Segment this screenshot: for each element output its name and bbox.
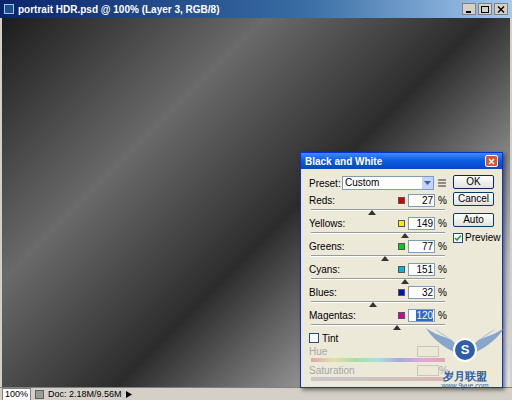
hue-field[interactable] [417,346,439,357]
dialog-title: Black and White [305,154,485,169]
doc-size: Doc: 2.18M/9.56M [48,389,122,400]
color-swatch [398,312,405,319]
slider[interactable] [311,231,445,238]
watermark-url: www.9yue.com [441,382,488,390]
channel-field[interactable]: 120 [408,309,435,322]
unit-label: % [438,216,447,231]
preview-label: Preview [465,230,501,245]
close-button[interactable] [494,3,508,15]
dialog-title-bar: Black and White [301,153,502,169]
preset-select[interactable]: Custom [342,176,434,190]
unit-label: % [438,262,447,277]
saturation-field[interactable] [417,365,439,376]
saturation-row: Saturation% [309,364,447,377]
tint-checkbox[interactable] [309,333,319,343]
preview-checkbox[interactable] [453,233,463,243]
channel-field[interactable]: 32 [408,286,435,299]
slider-thumb-icon[interactable] [401,233,409,238]
unit-label: % [438,193,447,208]
channel-row: Magentas: 120% [309,307,447,330]
slider-thumb-icon[interactable] [393,325,401,330]
watermark-name: 岁月联盟 [443,370,487,382]
tint-label: Tint [322,331,338,346]
color-swatch [398,220,405,227]
watermark: S 岁月联盟www.9yue.com [424,326,506,390]
saturation-label: Saturation [309,363,417,378]
channel-field[interactable]: 27 [408,194,435,207]
channel-row: Cyans: 151% [309,261,447,284]
zoom-field[interactable]: 100% [2,388,31,400]
minimize-icon [465,6,473,13]
status-bar: 100% Doc: 2.18M/9.56M [0,387,512,400]
hue-label: Hue [309,344,417,359]
channel-label: Cyans: [309,262,395,277]
slider-thumb-icon[interactable] [381,256,389,261]
slider[interactable] [311,208,445,215]
slider[interactable] [311,300,445,307]
hue-bar [311,358,445,362]
ok-button[interactable]: OK [453,175,494,189]
saturation-bar [311,377,445,381]
status-icon[interactable] [35,390,44,399]
window-title: portrait HDR.psd @ 100% (Layer 3, RGB/8) [18,2,458,17]
watermark-letter: S [461,340,470,360]
color-swatch [398,266,405,273]
slider[interactable] [311,254,445,261]
preset-label: Preset: [309,176,339,191]
hue-row: Hue [309,345,447,358]
tint-row[interactable]: Tint [309,331,447,345]
channel-label: Reds: [309,193,395,208]
dropdown-arrow-icon [424,181,431,185]
cancel-button[interactable]: Cancel [453,192,494,206]
close-icon [497,6,505,13]
slider-thumb-icon[interactable] [368,210,376,215]
channel-field[interactable]: 77 [408,240,435,253]
channel-label: Greens: [309,239,395,254]
auto-button[interactable]: Auto [453,213,494,227]
color-swatch [398,243,405,250]
channel-label: Magentas: [309,308,395,323]
unit-label: % [438,285,447,300]
channel-label: Yellows: [309,216,395,231]
slider[interactable] [311,323,445,330]
slider-thumb-icon[interactable] [401,279,409,284]
color-swatch [398,289,405,296]
title-bar: portrait HDR.psd @ 100% (Layer 3, RGB/8) [0,0,512,18]
channel-label: Blues: [309,285,395,300]
color-swatch [398,197,405,204]
minimize-button[interactable] [462,3,476,15]
preset-row: Preset:Custom [309,174,447,192]
channel-row: Blues: 32% [309,284,447,307]
check-icon [454,234,462,242]
channel-field[interactable]: 149 [408,217,435,230]
close-icon [488,158,495,165]
maximize-icon [481,6,489,13]
unit-label: % [438,308,447,323]
app-icon [4,4,14,14]
maximize-button[interactable] [478,3,492,15]
channel-row: Yellows: 149% [309,215,447,238]
slider[interactable] [311,277,445,284]
channel-field[interactable]: 151 [408,263,435,276]
unit-label: % [438,239,447,254]
channel-row: Reds: 27% [309,192,447,215]
preset-options-icon[interactable] [437,178,447,188]
dialog-close-button[interactable] [485,155,498,167]
preview-row[interactable]: Preview [453,230,494,245]
arrow-icon[interactable] [126,391,132,398]
slider-thumb-icon[interactable] [369,302,377,307]
channel-row: Greens: 77% [309,238,447,261]
